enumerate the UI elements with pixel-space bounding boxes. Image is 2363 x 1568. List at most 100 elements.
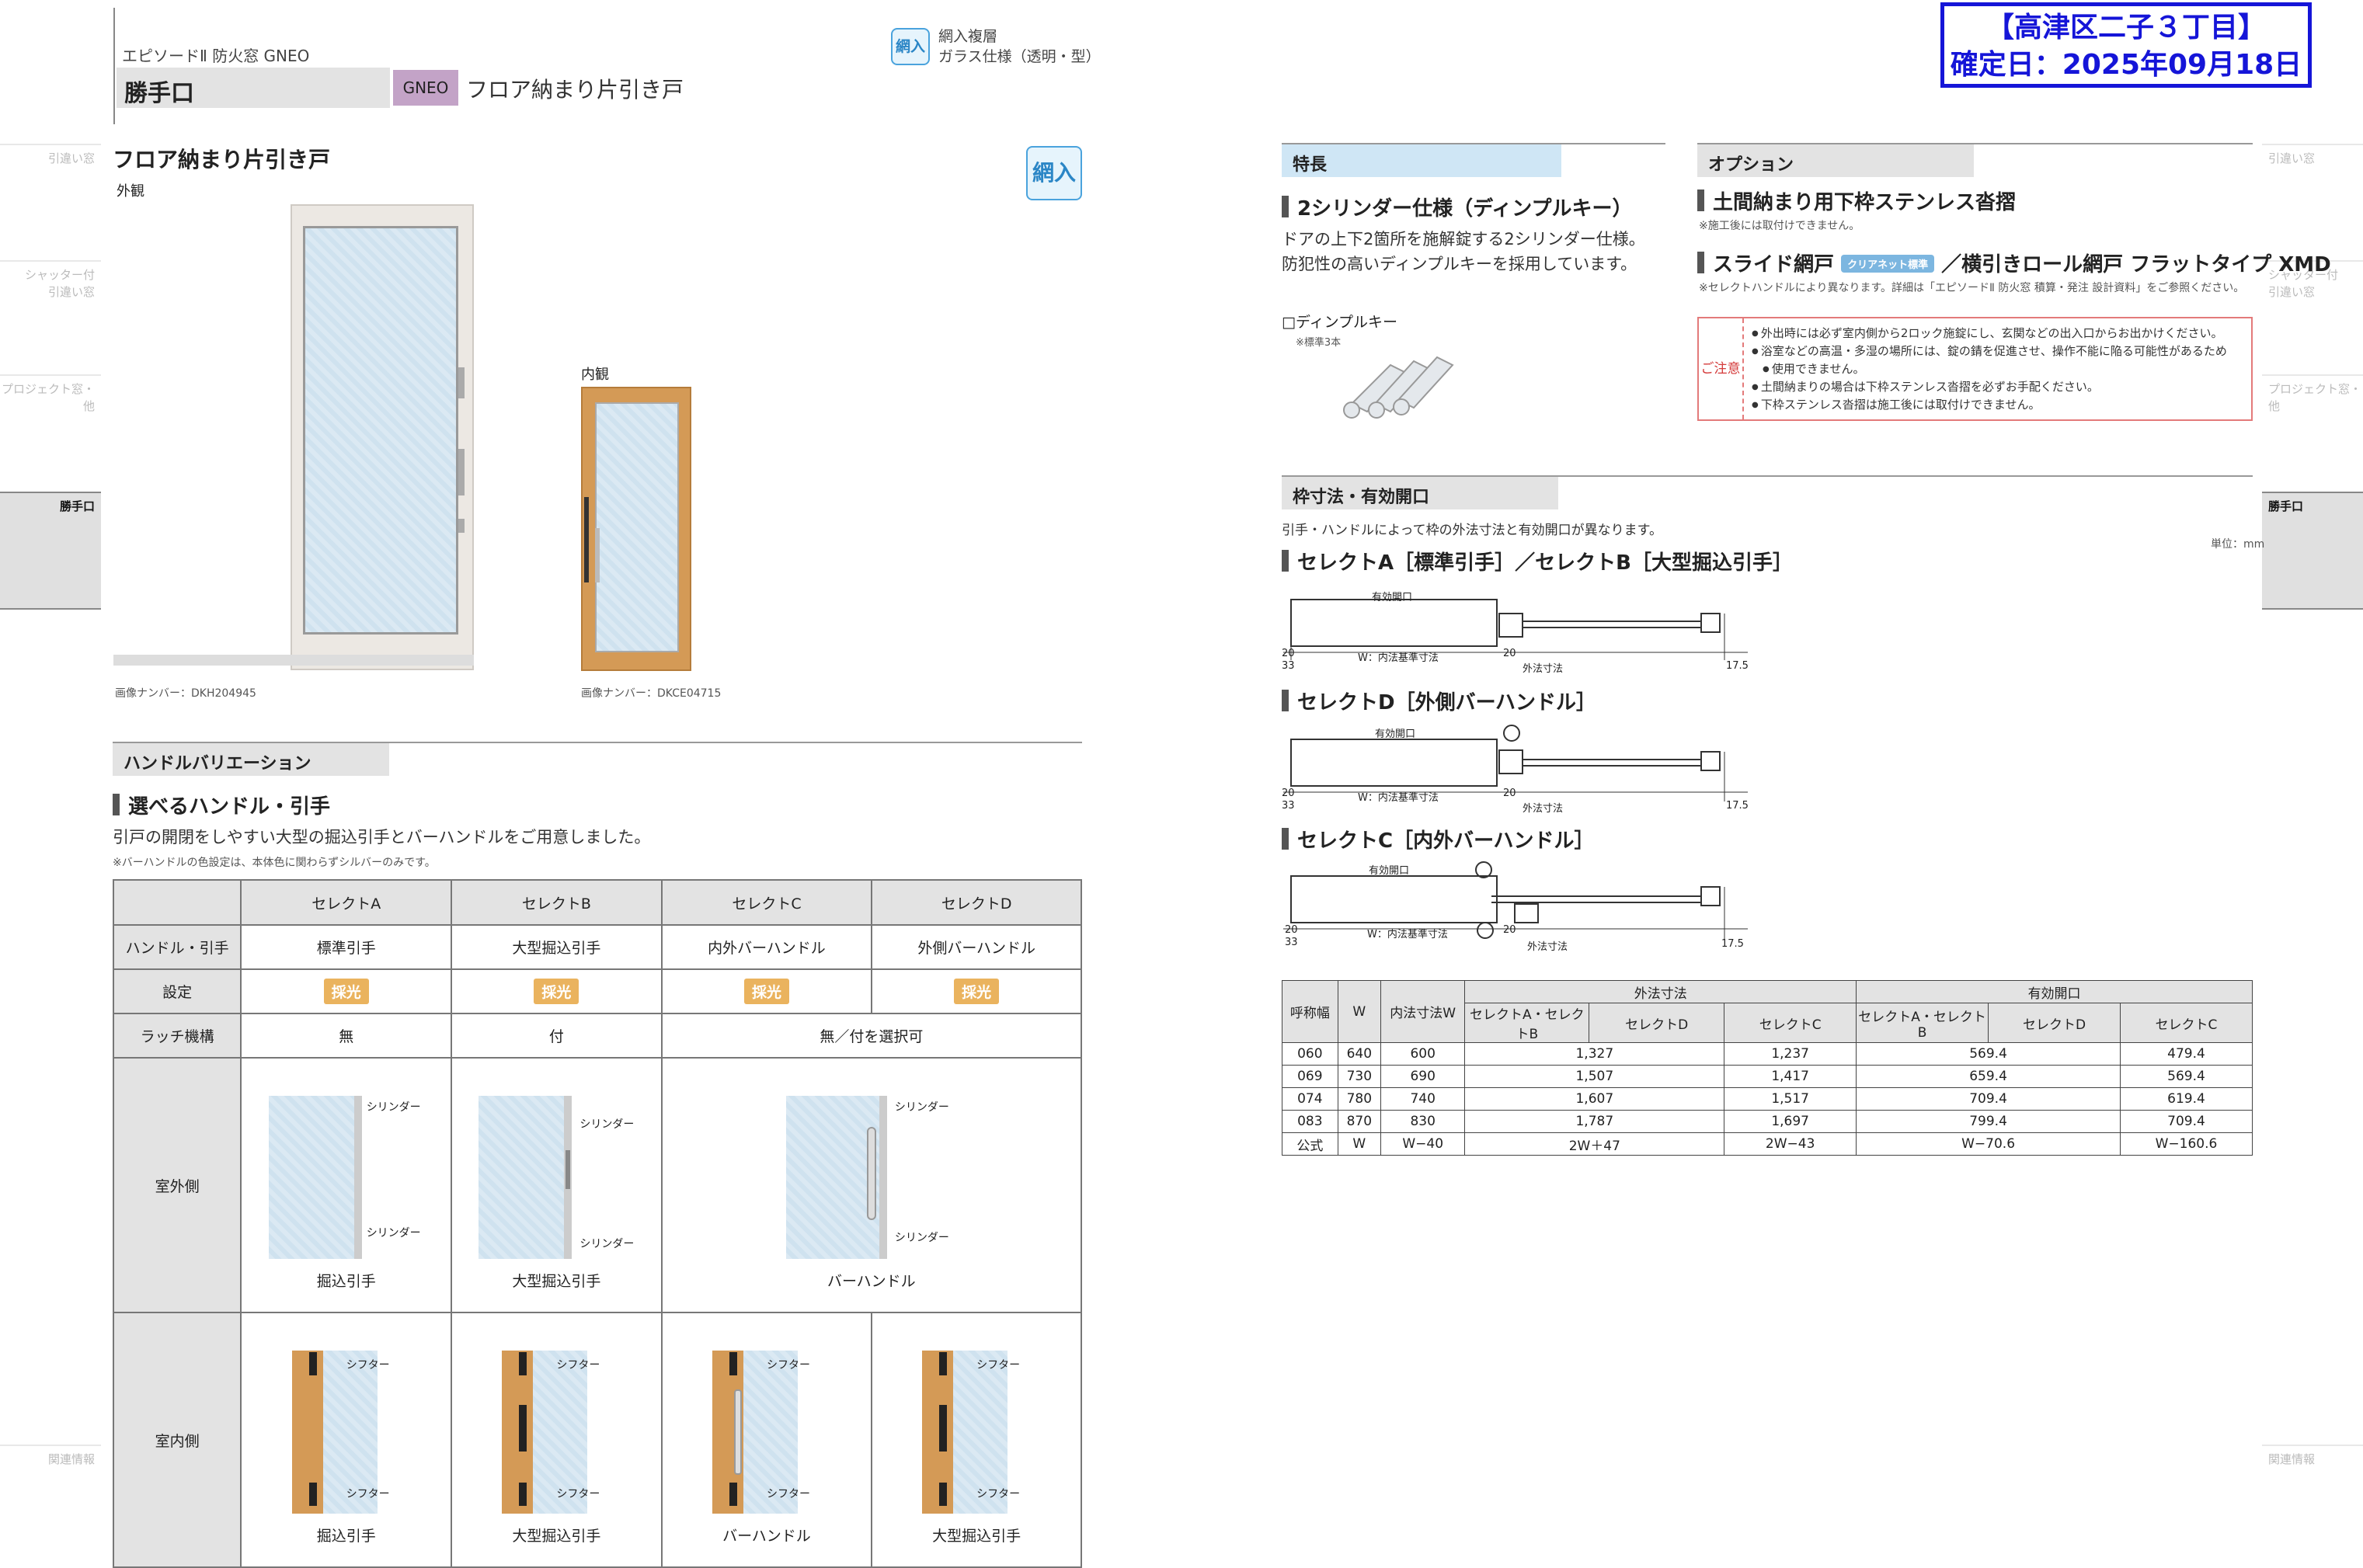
clearnet-tag: クリアネット標準: [1841, 255, 1935, 273]
dim-outer: 外法寸法: [1527, 941, 1568, 953]
side-nav-back-door-r[interactable]: 勝手口: [2262, 492, 2363, 610]
interior-caption-b: 大型掘込引手: [512, 1527, 601, 1545]
option-screen-a: スライド網戸: [1713, 253, 1835, 276]
features-desc-line2: 防犯性の高いディンプルキーを採用しています。: [1282, 255, 1637, 273]
exterior-a: シリンダー シリンダー 掘込引手: [240, 1057, 453, 1313]
side-nav-project-window[interactable]: プロジェクト窓・ 他: [0, 374, 101, 421]
cell-open-c: 619.4: [2120, 1087, 2253, 1111]
cell-open-abd: 659.4: [1856, 1065, 2121, 1088]
table-row: 060 640 600 1,327 1,237 569.4 479.4: [1282, 1042, 2253, 1066]
cylinder-label: シリンダー: [894, 1231, 949, 1244]
setting-a: 採光: [240, 968, 453, 1014]
dim-20: 20: [1503, 787, 1516, 799]
handle-value-c: 内外バーハンドル: [660, 924, 873, 970]
cell-outer-c: 1,517: [1724, 1087, 1857, 1111]
cell-open-abd: W−70.6: [1856, 1132, 2121, 1156]
handle-subhead: 選べるハンドル・引手: [113, 791, 330, 819]
features-title: 特長: [1282, 144, 1561, 177]
cylinder-label: シリンダー: [894, 1100, 949, 1114]
shifter-label: シフター: [766, 1358, 810, 1372]
dim-20: 20: [1282, 648, 1295, 659]
cell-name: 069: [1282, 1065, 1338, 1088]
option-screen-note: ※セレクトハンドルにより異なります。詳細は「エピソードⅡ 防火窓 積算・発注 設…: [1699, 282, 2245, 294]
setting-c: 採光: [660, 968, 873, 1014]
exterior-b: シリンダー シリンダー 大型掘込引手: [451, 1057, 663, 1313]
stamp-line1: 【高津区二子３丁目】: [1985, 12, 2266, 43]
interior-caption-c: バーハンドル: [722, 1527, 811, 1545]
latch-cd: 無／付を選択可: [660, 1013, 1083, 1059]
handle-table-corner: [112, 879, 242, 926]
diagram-d: 有効開口 W：内法基準寸法 外法寸法 20 33 20 17.5: [1282, 716, 1763, 817]
side-nav-related-info-r[interactable]: 関連情報: [2262, 1445, 2363, 1476]
side-nav-shutter-window[interactable]: シャッター付 引違い窓: [0, 260, 101, 307]
exterior-caption-b: 大型掘込引手: [512, 1272, 601, 1290]
cell-open-abd: 569.4: [1856, 1042, 2121, 1066]
cell-outer-abd: 1,787: [1464, 1110, 1725, 1133]
dim-175: 17.5: [1726, 660, 1749, 672]
interior-caption-a: 掘込引手: [316, 1527, 376, 1545]
caution-item: 下枠ステンレス沓摺は施工後には取付けできません。: [1752, 396, 2227, 414]
side-nav-back-door[interactable]: 勝手口: [0, 492, 101, 610]
option-screen: スライド網戸 クリアネット標準 ／横引きロール網戸 フラットタイプ XMD: [1697, 249, 2331, 277]
options-title: オプション: [1697, 144, 1974, 177]
glass-spec: 網入複層 ガラス仕様（透明・型）: [938, 26, 1101, 67]
glass-spec-line2: ガラス仕様（透明・型）: [938, 48, 1101, 65]
shifter-label: シフター: [346, 1487, 390, 1500]
shifter-label: シフター: [976, 1358, 1021, 1372]
cell-outer-abd: 1,327: [1464, 1042, 1725, 1066]
dim-outer: 外法寸法: [1523, 663, 1564, 675]
side-nav-related-info[interactable]: 関連情報: [0, 1445, 101, 1476]
header-rule: [113, 8, 115, 124]
col-select-c: セレクトC: [660, 879, 873, 926]
exterior-caption-a: 掘込引手: [316, 1272, 376, 1290]
dim-20: 20: [1285, 924, 1298, 936]
dim-33: 33: [1282, 800, 1295, 812]
cell-open-c: 709.4: [2120, 1110, 2253, 1133]
latch-a: 無: [240, 1013, 453, 1059]
cell-inner: 600: [1380, 1042, 1466, 1066]
cylinder-label: シリンダー: [366, 1100, 421, 1114]
cell-w: 640: [1337, 1042, 1381, 1066]
th-open-d: セレクトD: [1988, 1003, 2121, 1043]
daylight-chip: 採光: [323, 979, 369, 1004]
th-open: 有効開口: [1856, 980, 2253, 1003]
table-row: 074 780 740 1,607 1,517 709.4 619.4: [1282, 1087, 2253, 1111]
interior-door-image: [581, 387, 691, 671]
interior-caption-d: 大型掘込引手: [932, 1527, 1021, 1545]
cylinder-label: シリンダー: [579, 1118, 635, 1131]
shifter-label: シフター: [766, 1487, 810, 1500]
dimensions-desc: 引手・ハンドルによって枠の外法寸法と有効開口が異なります。: [1282, 523, 1662, 538]
exterior-door-image: [113, 204, 474, 670]
side-nav-project-window-r[interactable]: プロジェクト窓・ 他: [2262, 374, 2363, 421]
dim-opening: 有効開口: [1375, 728, 1416, 740]
caution-list: 外出時には必ず室内側から2ロック施錠にし、玄関などの出入口からお出かけください。…: [1752, 325, 2227, 414]
option-sill: 土間納まり用下枠ステンレス沓摺: [1697, 186, 2016, 215]
interior-c: シフター シフター バーハンドル: [660, 1312, 873, 1568]
exterior-cd: シリンダー シリンダー バーハンドル: [660, 1057, 1083, 1313]
cell-open-c: W−160.6: [2120, 1132, 2253, 1156]
th-inner: 内法寸法W: [1380, 980, 1466, 1043]
key-note: ※標準3本: [1296, 337, 1342, 349]
shifter-label: シフター: [976, 1487, 1021, 1500]
th-open-c: セレクトC: [2120, 1003, 2253, 1043]
th-outer: 外法寸法: [1464, 980, 1857, 1003]
handle-value-a: 標準引手: [240, 924, 453, 970]
table-row: 069 730 690 1,507 1,417 659.4 569.4: [1282, 1065, 2253, 1088]
caution-box: ご注意 外出時には必ず室内側から2ロック施錠にし、玄関などの出入口からお出かけく…: [1697, 317, 2253, 421]
handle-table: セレクトA セレクトB セレクトC セレクトD ハンドル・引手 標準引手 大型掘…: [112, 879, 1083, 1568]
category-title: 勝手口: [117, 68, 390, 108]
daylight-chip: 採光: [954, 979, 1000, 1004]
diagram-c-drawing: [1283, 861, 1748, 940]
cell-outer-c: 1,697: [1724, 1110, 1857, 1133]
cell-w: 870: [1337, 1110, 1381, 1133]
option-screen-b: ／横引きロール網戸 フラットタイプ XMD: [1941, 253, 2331, 276]
series-name: エピソードⅡ 防火窓 GNEO: [122, 47, 310, 65]
cell-inner: 830: [1380, 1110, 1466, 1133]
th-open-ab: セレクトA・セレクトB: [1856, 1003, 1989, 1043]
shifter-label: シフター: [556, 1487, 600, 1500]
side-nav-sliding-window-r[interactable]: 引違い窓: [2262, 144, 2363, 175]
side-nav-sliding-window[interactable]: 引違い窓: [0, 144, 101, 175]
cell-open-c: 479.4: [2120, 1042, 2253, 1066]
formula-row: 公式 W W−40 2W＋47 2W−43 W−70.6 W−160.6: [1282, 1132, 2253, 1156]
ami-chip-small: 網入: [891, 28, 930, 65]
